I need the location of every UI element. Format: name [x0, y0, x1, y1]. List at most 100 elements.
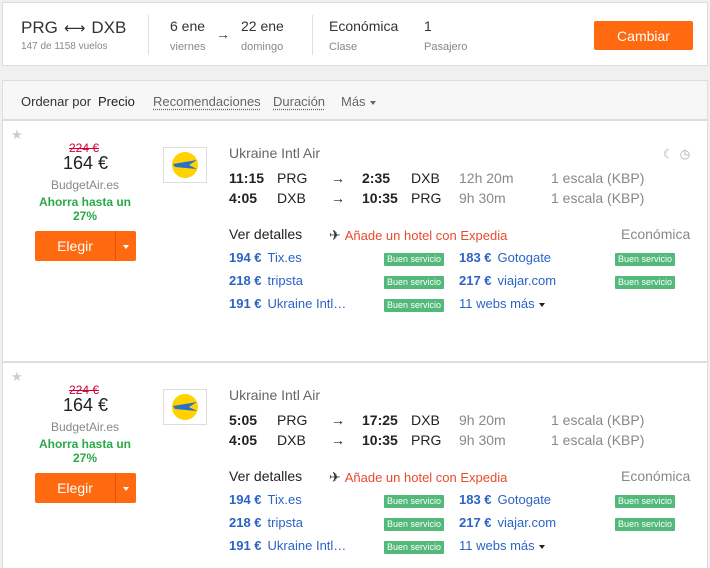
- offer-price: 217 €: [459, 273, 492, 288]
- stops: 1 escala (KBP): [551, 170, 645, 186]
- offer[interactable]: 183 € Gotogate: [459, 250, 551, 266]
- more-webs-link[interactable]: 11 webs más: [459, 296, 545, 312]
- arr-airport: PRG: [411, 432, 442, 448]
- dep-airport: DXB: [277, 190, 306, 206]
- see-details-link[interactable]: Ver detalles: [229, 226, 302, 242]
- offer[interactable]: 191 € Ukraine Intl…: [229, 296, 346, 312]
- sort-more[interactable]: Más: [341, 94, 376, 109]
- offer-site: viajar.com: [497, 273, 557, 288]
- flights-count: 147 de 1158 vuelos: [21, 41, 108, 52]
- dep-airport: DXB: [277, 432, 306, 448]
- moon-icon: ☾: [663, 147, 674, 161]
- arrow-right-icon: →: [331, 412, 345, 428]
- deal-text: Ahorra hasta un 27%: [38, 437, 131, 465]
- price: 164 €: [63, 153, 109, 173]
- provider: BudgetAir.es: [51, 178, 120, 192]
- offer-site: tripsta: [267, 515, 303, 530]
- arr-time: 2:35: [362, 170, 391, 186]
- change-search-button[interactable]: Cambiar: [594, 21, 693, 50]
- arrow-right-icon: →: [331, 432, 345, 448]
- airline-logo: [163, 147, 207, 183]
- depart-day: viernes: [170, 41, 206, 53]
- offer-price: 191 €: [229, 296, 262, 311]
- arrow-right-icon: →: [331, 170, 345, 186]
- cabin: Económica: [621, 468, 691, 484]
- hotel-link[interactable]: ✈ Añade un hotel con Expedia: [329, 469, 507, 486]
- offer[interactable]: 183 € Gotogate: [459, 492, 551, 508]
- offer-price: 194 €: [229, 250, 262, 265]
- more-webs-link[interactable]: 11 webs más: [459, 538, 545, 554]
- offer-price: 191 €: [229, 538, 262, 553]
- hotel-label: Añade un hotel con Expedia: [344, 228, 508, 243]
- stops: 1 escala (KBP): [551, 412, 645, 428]
- see-details-link[interactable]: Ver detalles: [229, 468, 302, 484]
- offer[interactable]: 218 € tripsta: [229, 515, 303, 531]
- duration: 12h 20m: [459, 170, 514, 186]
- destination-code: DXB: [91, 18, 127, 37]
- offer-price: 218 €: [229, 273, 262, 288]
- dep-airport: PRG: [277, 412, 308, 428]
- duration: 9h 20m: [459, 412, 506, 428]
- service-badge: Buen servicio: [384, 495, 445, 508]
- choose-dropdown-button[interactable]: [115, 473, 136, 503]
- sort-price[interactable]: Precio: [98, 94, 135, 109]
- service-badge: Buen servicio: [384, 518, 445, 531]
- search-summary: PRG ⟷ DXB 147 de 1158 vuelos 6 ene viernes…: [2, 2, 708, 66]
- duration: 9h 30m: [459, 190, 506, 206]
- sort-more-label: Más: [341, 94, 366, 109]
- offer-site: viajar.com: [497, 515, 557, 530]
- duration: 9h 30m: [459, 432, 506, 448]
- flight-icons: ☾ ◷: [657, 147, 690, 161]
- stops: 1 escala (KBP): [551, 190, 645, 206]
- offer-site: Gotogate: [497, 492, 552, 507]
- offer[interactable]: 191 € Ukraine Intl…: [229, 538, 346, 554]
- result-card: ★ 224 € 164 € BudgetAir.es Ahorra hasta …: [2, 120, 708, 362]
- choose-button[interactable]: Elegir: [35, 231, 115, 261]
- star-icon[interactable]: ★: [11, 127, 23, 143]
- price: 164 €: [63, 395, 109, 415]
- star-icon[interactable]: ★: [11, 369, 23, 385]
- offer[interactable]: 194 € Tix.es: [229, 492, 302, 508]
- service-badge: Buen servicio: [615, 495, 676, 508]
- sort-recommendations[interactable]: Recomendaciones: [153, 94, 261, 109]
- offer-price: 183 €: [459, 250, 492, 265]
- arr-time: 10:35: [362, 190, 398, 206]
- offer-site: Tix.es: [267, 492, 302, 507]
- offer[interactable]: 218 € tripsta: [229, 273, 303, 289]
- flight-leg: 4:05 DXB → 10:35 PRG 9h 30m 1 escala (KB…: [229, 190, 699, 208]
- plane-icon: ✈: [329, 469, 341, 485]
- dep-time: 4:05: [229, 190, 258, 206]
- arr-airport: DXB: [411, 412, 440, 428]
- offer-price: 194 €: [229, 492, 262, 507]
- sort-duration[interactable]: Duración: [273, 94, 325, 109]
- hotel-link[interactable]: ✈ Añade un hotel con Expedia: [329, 227, 507, 244]
- service-badge: Buen servicio: [384, 299, 445, 312]
- choose-button[interactable]: Elegir: [35, 473, 115, 503]
- deal-text: Ahorra hasta un 27%: [38, 195, 131, 223]
- arrow-right-icon: →: [331, 190, 345, 206]
- passengers-value[interactable]: 1: [424, 18, 432, 34]
- stops: 1 escala (KBP): [551, 432, 645, 448]
- flight-leg: 11:15 PRG → 2:35 DXB 12h 20m 1 escala (K…: [229, 170, 699, 188]
- service-badge: Buen servicio: [384, 541, 445, 554]
- offer-price: 218 €: [229, 515, 262, 530]
- dep-time: 4:05: [229, 432, 258, 448]
- offer[interactable]: 194 € Tix.es: [229, 250, 302, 266]
- depart-date[interactable]: 6 ene: [170, 18, 205, 34]
- route[interactable]: PRG ⟷ DXB: [21, 18, 126, 38]
- airline-name: Ukraine Intl Air: [229, 387, 321, 403]
- more-webs-label: 11 webs más: [459, 296, 535, 311]
- return-day: domingo: [241, 41, 284, 53]
- flight-leg: 5:05 PRG → 17:25 DXB 9h 20m 1 escala (KB…: [229, 412, 699, 430]
- offer-site: Gotogate: [497, 250, 552, 265]
- offer[interactable]: 217 € viajar.com: [459, 273, 556, 289]
- result-card: ★ 224 € 164 € BudgetAir.es Ahorra hasta …: [2, 362, 708, 568]
- flight-leg: 4:05 DXB → 10:35 PRG 9h 30m 1 escala (KB…: [229, 432, 699, 450]
- dep-time: 11:15: [229, 170, 265, 186]
- choose-dropdown-button[interactable]: [115, 231, 136, 261]
- offer[interactable]: 217 € viajar.com: [459, 515, 556, 531]
- round-trip-icon: ⟷: [63, 20, 86, 37]
- return-date[interactable]: 22 ene: [241, 18, 284, 34]
- dep-time: 5:05: [229, 412, 258, 428]
- cabin-value[interactable]: Económica: [329, 18, 398, 34]
